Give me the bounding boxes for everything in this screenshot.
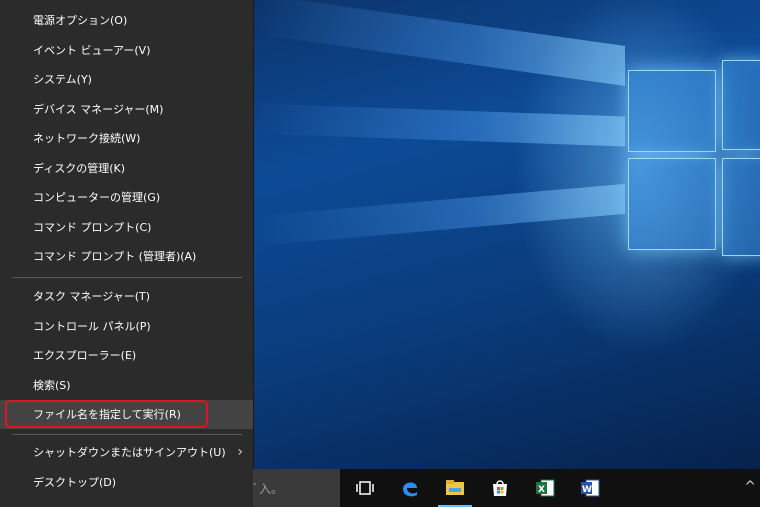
menu-item-shutdown-signout[interactable]: シャットダウンまたはサインアウト(U) › [0,438,253,467]
store-button[interactable] [479,469,521,507]
svg-text:X: X [538,485,545,495]
window-pane [722,158,760,256]
svg-text:W: W [582,485,592,495]
menu-item-computer-management[interactable]: コンピューターの管理(G) [0,183,253,212]
menu-item-label: コマンド プロンプト (管理者)(A) [33,250,197,263]
file-explorer-button[interactable] [434,469,476,507]
edge-icon [403,482,417,497]
menu-item-label: イベント ビューアー(V) [33,43,151,57]
menu-item-label: 検索(S) [33,378,71,392]
menu-item-label: エクスプローラー(E) [33,349,137,362]
menu-item-label: デバイス マネージャー(M) [33,102,164,116]
menu-item-search[interactable]: 検索(S) [0,371,253,400]
window-pane [722,60,760,150]
menu-item-task-manager[interactable]: タスク マネージャー(T) [0,282,253,311]
menu-item-label: デスクトップ(D) [33,475,117,489]
run-highlight-box [5,400,208,428]
menu-item-label: 電源オプション(O) [33,14,128,27]
edge-button[interactable] [389,469,431,507]
menu-item-event-viewer[interactable]: イベント ビューアー(V) [0,36,253,65]
menu-item-command-prompt-admin[interactable]: コマンド プロンプト (管理者)(A) [0,242,253,271]
menu-item-label: タスク マネージャー(T) [33,290,151,303]
menu-item-desktop[interactable]: デスクトップ(D) [0,468,253,497]
menu-item-label: コンピューターの管理(G) [33,191,161,204]
search-text-fragment: ﾞ入。 [253,482,284,496]
taskbar-search-box[interactable]: ﾞ入。 [253,469,340,507]
task-view-icon [356,481,374,495]
menu-item-label: コントロール パネル(P) [33,319,151,333]
winx-context-menu: 電源オプション(O) イベント ビューアー(V) システム(Y) デバイス マネージャ… [0,0,254,507]
window-pane [628,158,716,250]
menu-divider [12,434,242,435]
task-view-button[interactable] [344,469,386,507]
word-button[interactable]: W [569,469,611,507]
menu-item-network-connections[interactable]: ネットワーク接続(W) [0,124,253,153]
store-icon [493,480,507,496]
chevron-right-icon: › [237,444,243,460]
menu-item-disk-management[interactable]: ディスクの管理(K) [0,154,253,183]
menu-item-label: システム(Y) [33,73,92,86]
word-icon: W [581,479,600,497]
show-hidden-icons-chevron-icon[interactable]: ^ [744,479,756,495]
menu-item-label: シャットダウンまたはサインアウト(U) [33,446,226,459]
menu-item-system[interactable]: システム(Y) [0,65,253,94]
menu-item-command-prompt[interactable]: コマンド プロンプト(C) [0,213,253,242]
taskbar: ﾞ入。 X W ^ [253,469,760,507]
menu-item-label: ネットワーク接続(W) [33,132,141,145]
excel-button[interactable]: X [524,469,566,507]
file-explorer-icon [446,480,464,495]
menu-item-power-options[interactable]: 電源オプション(O) [0,6,253,35]
menu-item-explorer[interactable]: エクスプローラー(E) [0,341,253,370]
window-pane [628,70,716,152]
menu-item-control-panel[interactable]: コントロール パネル(P) [0,312,253,341]
menu-item-label: ディスクの管理(K) [33,161,126,175]
menu-item-label: コマンド プロンプト(C) [33,220,152,234]
excel-icon: X [536,479,555,497]
menu-divider [12,277,242,278]
menu-item-device-manager[interactable]: デバイス マネージャー(M) [0,95,253,124]
